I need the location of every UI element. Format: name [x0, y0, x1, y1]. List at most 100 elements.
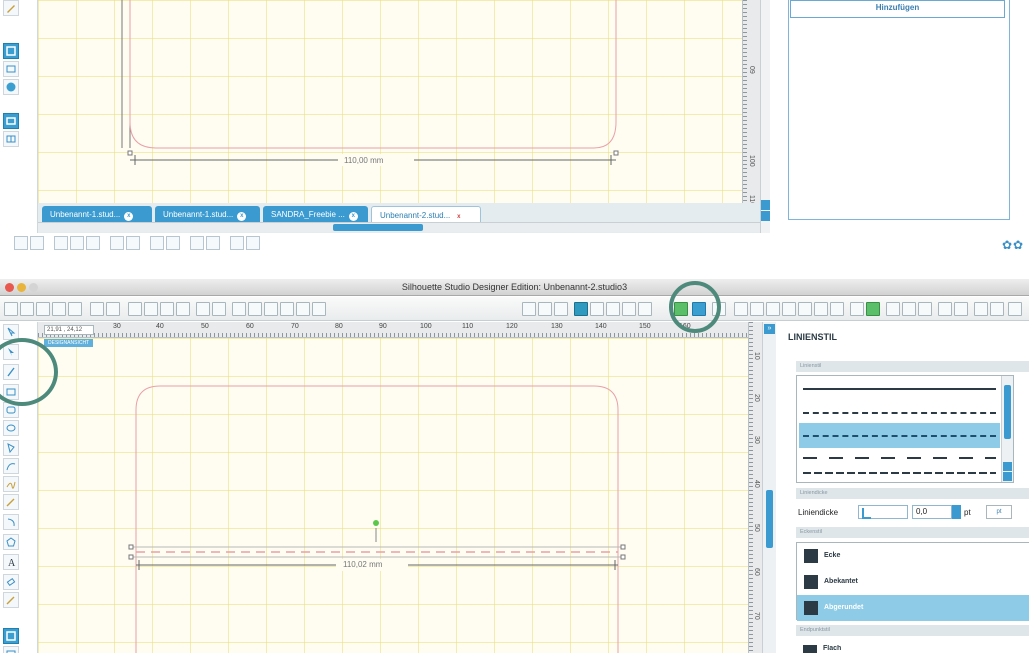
scissors-icon[interactable] — [176, 302, 190, 316]
polygon-tool-icon[interactable] — [3, 440, 19, 456]
minimize-window-icon[interactable] — [17, 283, 26, 292]
scroll-up-arrow-icon[interactable] — [1003, 462, 1012, 471]
tab-sandra-freebie[interactable]: SANDRA_Freebie ... x — [263, 206, 368, 223]
pencil-tool-icon[interactable] — [3, 0, 19, 16]
modify-icon[interactable] — [866, 302, 880, 316]
offset-icon[interactable] — [798, 302, 812, 316]
scale-icon[interactable] — [766, 302, 780, 316]
print-icon[interactable] — [90, 302, 104, 316]
line-thickness-stepper[interactable] — [952, 505, 961, 519]
tab-unbenannt-1a[interactable]: Unbenannt-1.stud... x — [42, 206, 152, 223]
add-button[interactable]: Hinzufügen — [790, 0, 1005, 18]
library-icon[interactable] — [3, 61, 19, 77]
open-file-icon[interactable] — [20, 302, 34, 316]
freehand-tool-icon[interactable] — [3, 476, 19, 492]
shadow-icon[interactable] — [638, 302, 652, 316]
undo-icon[interactable] — [196, 302, 210, 316]
line-color-icon[interactable] — [206, 236, 220, 250]
nest-icon[interactable] — [902, 302, 916, 316]
ellipse-tool-icon[interactable] — [3, 420, 19, 436]
rotate-tool-icon[interactable] — [750, 302, 764, 316]
fit-window-icon[interactable] — [312, 302, 326, 316]
scroll-down-arrow-icon[interactable] — [1003, 472, 1012, 481]
library-panel-icon[interactable] — [3, 646, 19, 653]
line-style-scrollbar[interactable] — [1001, 376, 1013, 482]
grid-tool-icon[interactable] — [538, 302, 552, 316]
open-library-icon[interactable] — [36, 302, 50, 316]
line-style-solid[interactable] — [799, 376, 1000, 401]
gradient-icon[interactable] — [590, 302, 604, 316]
pattern-icon[interactable] — [606, 302, 620, 316]
close-window-icon[interactable] — [5, 283, 14, 292]
weld-icon[interactable] — [850, 302, 864, 316]
zoom-select-icon[interactable] — [280, 302, 294, 316]
scroll-thumb[interactable] — [1004, 385, 1011, 439]
vertical-scrollbar[interactable] — [762, 322, 776, 653]
new-file-icon[interactable] — [4, 302, 18, 316]
paste-icon[interactable] — [160, 302, 174, 316]
store-panel-icon[interactable] — [990, 302, 1004, 316]
shape-tool-icon[interactable] — [522, 302, 536, 316]
knife-icon[interactable] — [782, 302, 796, 316]
tab-unbenannt-2[interactable]: Unbenannt-2.stud... x — [371, 206, 481, 223]
bring-front-icon[interactable] — [150, 236, 164, 250]
copy-icon[interactable] — [144, 302, 158, 316]
line-color-icon[interactable] — [622, 302, 636, 316]
fit-page-icon[interactable] — [296, 302, 310, 316]
top-vertical-scrollbar[interactable] — [760, 0, 771, 233]
zoom-out-icon[interactable] — [264, 302, 278, 316]
close-tab-icon[interactable]: x — [348, 212, 358, 221]
zoom-window-icon[interactable] — [29, 283, 38, 292]
unit-toggle-button[interactable]: pt — [986, 505, 1012, 519]
text-tool-icon[interactable]: A — [3, 554, 19, 570]
regular-polygon-icon[interactable] — [3, 534, 19, 550]
scroll-thumb[interactable] — [766, 490, 773, 548]
delete-icon[interactable] — [126, 236, 140, 250]
close-tab-icon[interactable]: x — [454, 213, 463, 222]
align-tool-icon[interactable] — [886, 302, 900, 316]
page-tool-icon[interactable] — [554, 302, 568, 316]
duplicate-icon[interactable] — [54, 236, 68, 250]
save-as-icon[interactable] — [68, 302, 82, 316]
close-tab-icon[interactable]: x — [124, 212, 134, 221]
smooth-freehand-icon[interactable] — [3, 494, 19, 510]
send-panel-icon[interactable] — [974, 302, 988, 316]
save-icon[interactable] — [52, 302, 66, 316]
sketch-icon[interactable] — [1008, 302, 1022, 316]
page-settings-icon[interactable] — [3, 628, 19, 644]
layers-icon[interactable] — [246, 236, 260, 250]
arc-tool-icon[interactable] — [3, 514, 19, 530]
page-setup-icon[interactable] — [3, 43, 19, 59]
mirror-icon[interactable] — [70, 236, 84, 250]
pan-icon[interactable] — [232, 302, 246, 316]
fill-icon[interactable] — [190, 236, 204, 250]
curve-tool-icon[interactable] — [3, 458, 19, 474]
end-style-option-flat[interactable]: Flach — [796, 639, 1029, 653]
design-canvas[interactable]: 110,02 mm — [38, 338, 758, 653]
close-tab-icon[interactable]: x — [237, 212, 247, 221]
cut-style-icon[interactable] — [954, 302, 968, 316]
settings-gear-icons[interactable]: ✿✿ — [1002, 238, 1024, 252]
knife-tool-icon[interactable] — [3, 592, 19, 608]
eraser-tool-icon[interactable] — [3, 574, 19, 590]
top-horizontal-scrollbar[interactable] — [38, 222, 760, 232]
corner-option-abgerundet[interactable]: Abgerundet — [797, 595, 1029, 621]
line-style-dash[interactable] — [799, 423, 1000, 448]
corner-option-ecke[interactable]: Ecke — [797, 543, 1029, 569]
redo-icon[interactable] — [212, 302, 226, 316]
cut-icon[interactable] — [128, 302, 142, 316]
tab-unbenannt-1b[interactable]: Unbenannt-1.stud... x — [155, 206, 260, 223]
pen-icon[interactable] — [230, 236, 244, 250]
registration-icon[interactable] — [938, 302, 952, 316]
group-icon[interactable] — [14, 236, 28, 250]
line-thickness-slider[interactable] — [858, 505, 908, 519]
top-design-canvas[interactable]: 110,00 mm — [38, 0, 742, 203]
line-style-dash-dot[interactable] — [799, 464, 1000, 482]
send-icon[interactable] — [106, 302, 120, 316]
align-icon[interactable] — [86, 236, 100, 250]
fill-color-icon[interactable] — [574, 302, 588, 316]
send-to-cutter-icon[interactable] — [3, 131, 19, 147]
expand-panel-icon[interactable]: » — [764, 324, 775, 334]
line-thickness-input[interactable]: 0,0 — [912, 505, 952, 519]
scroll-thumb[interactable] — [333, 224, 423, 231]
